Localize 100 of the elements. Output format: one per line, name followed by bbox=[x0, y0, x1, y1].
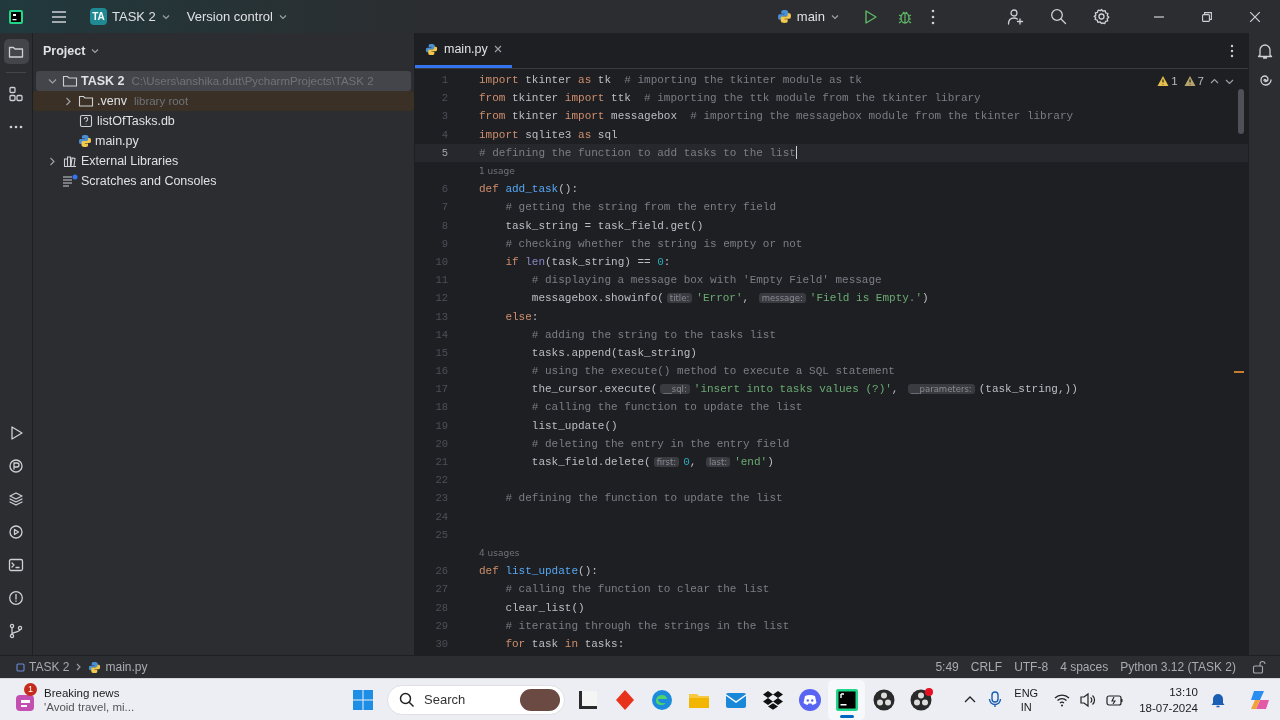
project-switcher[interactable]: TA TASK 2 bbox=[85, 5, 176, 28]
tree-item[interactable]: .venv library root bbox=[33, 91, 414, 111]
structure-icon bbox=[8, 85, 24, 102]
usage-hint[interactable]: 4 usages bbox=[479, 547, 1248, 558]
status-bar-item[interactable]: UTF-8 bbox=[1008, 660, 1055, 674]
breadcrumb[interactable]: TASK 2 bbox=[10, 660, 76, 674]
obs-app-icon bbox=[871, 687, 896, 712]
editor-tab[interactable]: main.py bbox=[415, 33, 512, 68]
usage-hint[interactable]: 1 usage bbox=[479, 166, 1248, 177]
microphone-icon bbox=[988, 691, 1003, 708]
hamburger-menu-icon bbox=[51, 8, 67, 25]
windows-logo-icon bbox=[351, 688, 374, 711]
status-bar-item[interactable]: CRLF bbox=[964, 660, 1009, 674]
code-line: # adding the string to the tasks list bbox=[530, 328, 777, 341]
taskbar-app[interactable] bbox=[828, 679, 865, 720]
add-user-icon bbox=[1007, 8, 1024, 25]
code-line: # checking whether the string is empty or not bbox=[504, 237, 803, 250]
code-line: # iterating through the strings in the list bbox=[504, 619, 790, 632]
code-line: from tkinter import ttk # importing the ttk module from the tkinter library bbox=[479, 92, 981, 105]
code-line: import tkinter as tk # importing the tkinter module as tk bbox=[479, 74, 862, 87]
status-bar-item[interactable]: 4 spaces bbox=[1054, 660, 1115, 674]
run-icon bbox=[863, 8, 879, 25]
close-icon bbox=[1250, 11, 1260, 22]
app-logo-icon[interactable] bbox=[9, 9, 23, 24]
breadcrumb[interactable]: main.py bbox=[82, 660, 154, 674]
weak-warning-icon bbox=[1183, 75, 1196, 87]
inspection-count[interactable]: 7 bbox=[1183, 75, 1204, 87]
project-view-selector[interactable]: Project bbox=[43, 44, 101, 58]
version-control-menu[interactable]: Version control bbox=[181, 6, 293, 27]
project-badge: TA bbox=[90, 8, 107, 25]
settings-icon bbox=[1093, 8, 1110, 25]
code-line: from tkinter import messagebox # importing the messagebox module from the tkinter library bbox=[479, 110, 1074, 123]
chevron-up-icon bbox=[964, 695, 977, 704]
tree-item[interactable]: main.py bbox=[33, 131, 402, 151]
code-line: task_field.delete( first: 0, last: 'end') bbox=[530, 456, 774, 469]
restore-icon bbox=[1202, 11, 1212, 22]
scrollbar-thumb[interactable] bbox=[1238, 89, 1244, 134]
run-configuration-selector[interactable]: main bbox=[771, 6, 845, 27]
inspection-count[interactable]: 1 bbox=[1157, 75, 1178, 87]
taskbar-search-field[interactable]: Search bbox=[387, 684, 565, 715]
obs-notified-app-icon bbox=[908, 687, 933, 712]
microphone-button[interactable] bbox=[988, 691, 1003, 708]
notification-badge: 1 bbox=[24, 682, 37, 696]
chevron-down-icon bbox=[90, 46, 101, 56]
chevron-right-icon bbox=[75, 663, 83, 671]
more-icon bbox=[9, 124, 23, 129]
tree-item[interactable]: Scratches and Consoles bbox=[33, 171, 402, 191]
unknown-file-icon bbox=[78, 113, 94, 129]
python-icon bbox=[776, 9, 792, 24]
console-icon bbox=[8, 457, 24, 474]
python-icon bbox=[88, 660, 102, 674]
terminal-icon bbox=[8, 556, 24, 573]
discord-app-icon bbox=[797, 687, 822, 712]
code-line: else: bbox=[504, 310, 539, 323]
tree-item[interactable]: listOfTasks.db bbox=[33, 111, 402, 131]
code-line: messagebox.showinfo( title: 'Error', message: 'Field is Empty.') bbox=[530, 292, 929, 305]
code-line: import sqlite3 as sql bbox=[479, 128, 618, 141]
notifications-button[interactable] bbox=[1256, 43, 1273, 59]
bell-icon bbox=[1256, 43, 1273, 59]
kebab-menu-icon bbox=[931, 8, 935, 25]
code-line: if len(task_string) == 0: bbox=[504, 255, 671, 268]
warning-icon bbox=[1157, 75, 1170, 87]
project-tool-button[interactable] bbox=[3, 39, 29, 64]
unlocked-icon bbox=[1252, 660, 1266, 674]
edge-app-icon bbox=[649, 687, 674, 712]
library-icon bbox=[62, 153, 78, 169]
code-line: # getting the string from the entry field bbox=[504, 201, 777, 214]
speaker-icon bbox=[1080, 691, 1097, 708]
kebab-menu-icon bbox=[1230, 43, 1234, 58]
search-icon bbox=[399, 692, 414, 707]
news-widget[interactable]: 1 Breaking news 'Avoid travel, mi... bbox=[14, 685, 344, 714]
search-icon bbox=[1050, 8, 1067, 25]
code-line: # defining the function to update the list bbox=[504, 492, 783, 505]
code-line: # calling the function to update the list bbox=[530, 401, 803, 414]
status-bar-item[interactable]: Python 3.12 (TASK 2) bbox=[1114, 660, 1242, 674]
code-line: # calling the function to clear the list bbox=[504, 583, 770, 596]
news-title: Breaking news bbox=[44, 685, 121, 700]
code-line: # defining the function to add tasks to the list bbox=[479, 146, 796, 159]
branch-icon bbox=[8, 622, 24, 639]
search-highlight-picture bbox=[520, 688, 560, 711]
code-line: def list_update(): bbox=[479, 565, 598, 578]
code-line: clear_list() bbox=[504, 601, 585, 614]
close-icon[interactable] bbox=[493, 45, 502, 53]
chevron-up-icon[interactable] bbox=[1210, 76, 1219, 86]
code-line: the_cursor.execute( __sql: 'insert into tasks values (?)', __parameters: (task_string,)) bbox=[530, 383, 1078, 396]
status-bar-item[interactable]: 5:49 bbox=[929, 660, 965, 674]
scratches-icon bbox=[62, 173, 78, 189]
pycharm-app-icon bbox=[834, 687, 859, 712]
clock[interactable]: 13:10 18-07-2024 bbox=[1139, 683, 1198, 716]
wifi-icon bbox=[1054, 692, 1071, 707]
show-hidden-icons-button[interactable] bbox=[964, 695, 977, 704]
code-line: task_string = task_field.get() bbox=[504, 219, 704, 232]
code-line: list_update() bbox=[530, 419, 618, 432]
notifications-button[interactable] bbox=[1210, 691, 1226, 708]
tree-item[interactable]: External Libraries bbox=[33, 151, 402, 171]
input-language-indicator[interactable]: ENG IN bbox=[1014, 685, 1039, 714]
folder-icon bbox=[62, 73, 78, 89]
bell-icon bbox=[1210, 691, 1226, 708]
services-icon bbox=[8, 523, 24, 540]
code-line: for task in tasks: bbox=[504, 637, 625, 650]
